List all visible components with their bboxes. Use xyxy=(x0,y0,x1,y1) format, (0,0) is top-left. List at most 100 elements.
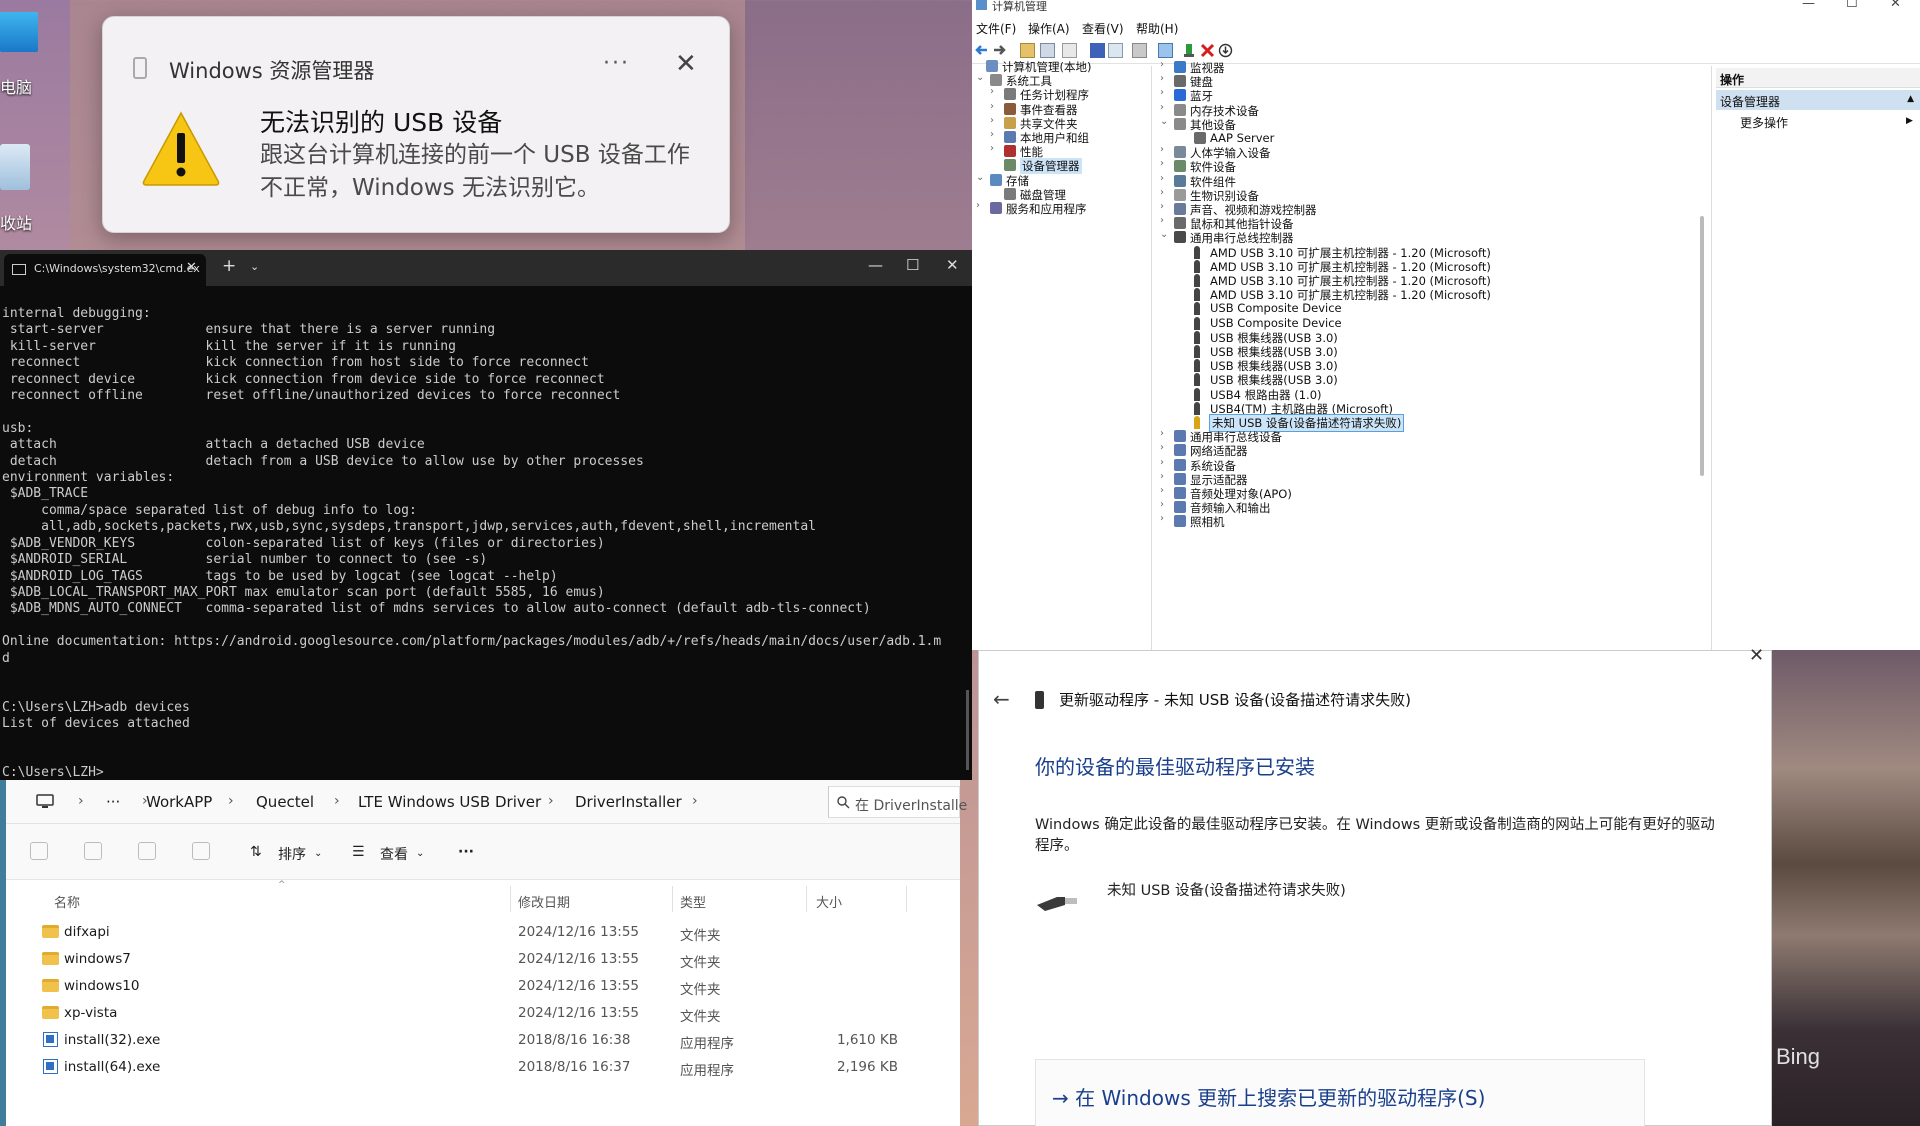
column-header-name[interactable]: 名称 xyxy=(54,892,80,911)
close-button[interactable]: ✕ xyxy=(946,256,959,274)
expand-arrow-icon[interactable]: › xyxy=(1160,201,1172,212)
new-tab-button[interactable]: + xyxy=(222,256,236,276)
toast-more-button[interactable]: ··· xyxy=(603,51,630,76)
expand-arrow-icon[interactable]: › xyxy=(1160,59,1172,70)
expand-arrow-icon[interactable]: ⌄ xyxy=(976,172,988,183)
expand-arrow-icon[interactable]: › xyxy=(1160,144,1172,155)
rename-icon[interactable] xyxy=(84,842,102,860)
expand-arrow-icon[interactable]: › xyxy=(1160,442,1172,453)
expand-arrow-icon[interactable]: › xyxy=(990,129,1002,140)
expand-arrow-icon[interactable]: ⌄ xyxy=(1160,116,1172,127)
device-tree-scrollbar[interactable] xyxy=(1700,216,1704,476)
device-manager-tree[interactable]: › 监视器 › 键盘 › 蓝牙 › 内存技术设备 ⌄ 其他设备 AAP Server › 人体学输入设备… xyxy=(1154,59,1712,650)
update-driver-icon[interactable] xyxy=(1182,43,1197,58)
back-button[interactable]: ← xyxy=(993,687,1010,711)
search-windows-update-button[interactable]: → 在 Windows 更新上搜索已更新的驱动程序(S) xyxy=(1035,1059,1645,1126)
expand-arrow-icon[interactable]: › xyxy=(1160,187,1172,198)
expand-arrow-icon[interactable]: › xyxy=(1160,499,1172,510)
cmd-window[interactable]: C:\Windows\system32\cmd.ex ✕ + ⌄ — ☐ ✕ i… xyxy=(0,250,972,780)
scan-hardware-icon[interactable] xyxy=(1158,43,1173,58)
file-type: 文件夹 xyxy=(680,955,721,971)
sort-button[interactable]: 排序 xyxy=(278,844,306,864)
view-button[interactable]: 查看 xyxy=(380,844,408,864)
cmd-output[interactable]: internal debugging: start-server ensure … xyxy=(2,306,964,782)
up-folder-icon[interactable] xyxy=(1020,43,1035,58)
download-icon[interactable] xyxy=(1218,43,1233,58)
expand-arrow-icon[interactable]: › xyxy=(990,115,1002,126)
expand-arrow-icon[interactable]: › xyxy=(1160,73,1172,84)
menu-action[interactable]: 操作(A) xyxy=(1028,20,1070,37)
expand-arrow-icon[interactable]: › xyxy=(1160,513,1172,524)
delete-icon[interactable] xyxy=(192,842,210,860)
copy-icon[interactable] xyxy=(30,842,48,860)
uninstall-icon[interactable] xyxy=(1200,43,1215,58)
properties-icon[interactable] xyxy=(1062,43,1077,58)
file-size: 2,196 KB xyxy=(836,1059,898,1075)
column-header-type[interactable]: 类型 xyxy=(680,892,706,911)
more-options-button[interactable]: ··· xyxy=(458,844,474,860)
minimize-button[interactable]: — xyxy=(868,256,883,274)
column-divider[interactable] xyxy=(510,886,511,912)
help-icon[interactable] xyxy=(1090,43,1105,58)
close-button[interactable]: ✕ xyxy=(1749,645,1764,666)
column-header-date[interactable]: 修改日期 xyxy=(518,892,570,911)
expand-arrow-icon[interactable]: › xyxy=(1160,173,1172,184)
close-button[interactable]: ✕ xyxy=(1890,0,1901,11)
expand-arrow-icon[interactable]: › xyxy=(1160,158,1172,169)
expand-arrow-icon[interactable]: › xyxy=(1160,428,1172,439)
search-box[interactable]: 在 DriverInstalle xyxy=(828,786,967,818)
view-pane-icon[interactable] xyxy=(1108,43,1123,58)
computer-management-window[interactable]: 计算机管理 — ☐ ✕ 文件(F) 操作(A) 查看(V) 帮助(H) 计算机管… xyxy=(972,0,1920,650)
column-divider[interactable] xyxy=(906,886,907,912)
breadcrumb-driverinstaller[interactable]: DriverInstaller xyxy=(575,793,682,811)
expand-arrow-icon[interactable]: ⌄ xyxy=(1160,229,1172,240)
expand-arrow-icon[interactable]: › xyxy=(1160,457,1172,468)
expand-arrow-icon[interactable]: › xyxy=(1160,215,1172,226)
print-icon[interactable] xyxy=(1132,43,1147,58)
navigation-tree[interactable]: 计算机管理(本地) ⌄ 系统工具 › 任务计划程序 › 事件查看器 › 共享文件夹 › 本地用户和组… xyxy=(972,60,1152,650)
cmd-tab[interactable]: C:\Windows\system32\cmd.ex ✕ xyxy=(4,254,206,286)
breadcrumb-ellipsis[interactable]: ··· xyxy=(106,793,120,811)
share-icon[interactable] xyxy=(138,842,156,860)
expand-arrow-icon[interactable]: › xyxy=(990,101,1002,112)
expand-arrow-icon[interactable]: › xyxy=(990,86,1002,97)
expand-arrow-icon[interactable]: › xyxy=(990,143,1002,154)
breadcrumb-workapp[interactable]: WorkAPP xyxy=(146,793,212,811)
toast-close-button[interactable]: ✕ xyxy=(675,49,697,79)
cmd-tab-close-button[interactable]: ✕ xyxy=(186,260,197,275)
expand-arrow-icon[interactable]: ⌄ xyxy=(976,72,988,83)
expand-arrow-icon[interactable]: › xyxy=(1160,102,1172,113)
breadcrumb-quectel[interactable]: Quectel xyxy=(256,793,314,811)
column-divider[interactable] xyxy=(672,886,673,912)
maximize-button[interactable]: ☐ xyxy=(906,256,919,274)
minimize-button[interactable]: — xyxy=(1802,0,1815,11)
cmd-scrollbar[interactable] xyxy=(966,690,969,770)
expand-arrow-icon[interactable]: › xyxy=(1160,87,1172,98)
more-actions-item[interactable]: 更多操作 xyxy=(1740,114,1788,131)
usb-notification-toast[interactable]: Windows 资源管理器 ··· ✕ 无法识别的 USB 设备 跟这台计算机连… xyxy=(102,16,730,233)
expand-arrow-icon[interactable]: › xyxy=(1160,471,1172,482)
show-tree-icon[interactable] xyxy=(1040,43,1055,58)
file-explorer-window[interactable]: › ··· › WorkAPP › Quectel › LTE Windows … xyxy=(0,780,967,1126)
menu-help[interactable]: 帮助(H) xyxy=(1136,20,1178,37)
back-arrow-icon[interactable] xyxy=(974,43,989,58)
chevron-right-icon: › xyxy=(334,793,340,809)
column-divider[interactable] xyxy=(806,886,807,912)
expand-arrow-icon[interactable]: › xyxy=(1160,485,1172,496)
device-name: 未知 USB 设备(设备描述符请求失败) xyxy=(1107,883,1346,899)
menu-view[interactable]: 查看(V) xyxy=(1082,20,1124,37)
file-row[interactable]: install(64).exe 2018/8/16 16:37 应用程序 2,196 … xyxy=(6,1051,960,1084)
maximize-button[interactable]: ☐ xyxy=(1846,0,1858,11)
breadcrumb-lte-driver[interactable]: LTE Windows USB Driver xyxy=(358,793,541,811)
usb-device-icon xyxy=(1035,691,1044,709)
address-bar[interactable]: › ··· › WorkAPP › Quectel › LTE Windows … xyxy=(6,780,967,824)
collapse-icon[interactable]: ▲ xyxy=(1907,94,1914,104)
dialog-description: Windows 确定此设备的最佳驱动程序已安装。在 Windows 更新或设备制… xyxy=(1035,817,1715,854)
column-header-size[interactable]: 大小 xyxy=(816,892,842,911)
forward-arrow-icon[interactable] xyxy=(992,43,1007,58)
update-driver-dialog[interactable]: ✕ ← 更新驱动程序 - 未知 USB 设备(设备描述符请求失败) 你的设备的最… xyxy=(978,645,1772,1126)
tab-dropdown-button[interactable]: ⌄ xyxy=(250,260,259,273)
menu-file[interactable]: 文件(F) xyxy=(976,20,1016,37)
expand-arrow-icon[interactable]: › xyxy=(976,200,988,211)
actions-device-manager[interactable]: 设备管理器 ▲ xyxy=(1716,90,1920,110)
